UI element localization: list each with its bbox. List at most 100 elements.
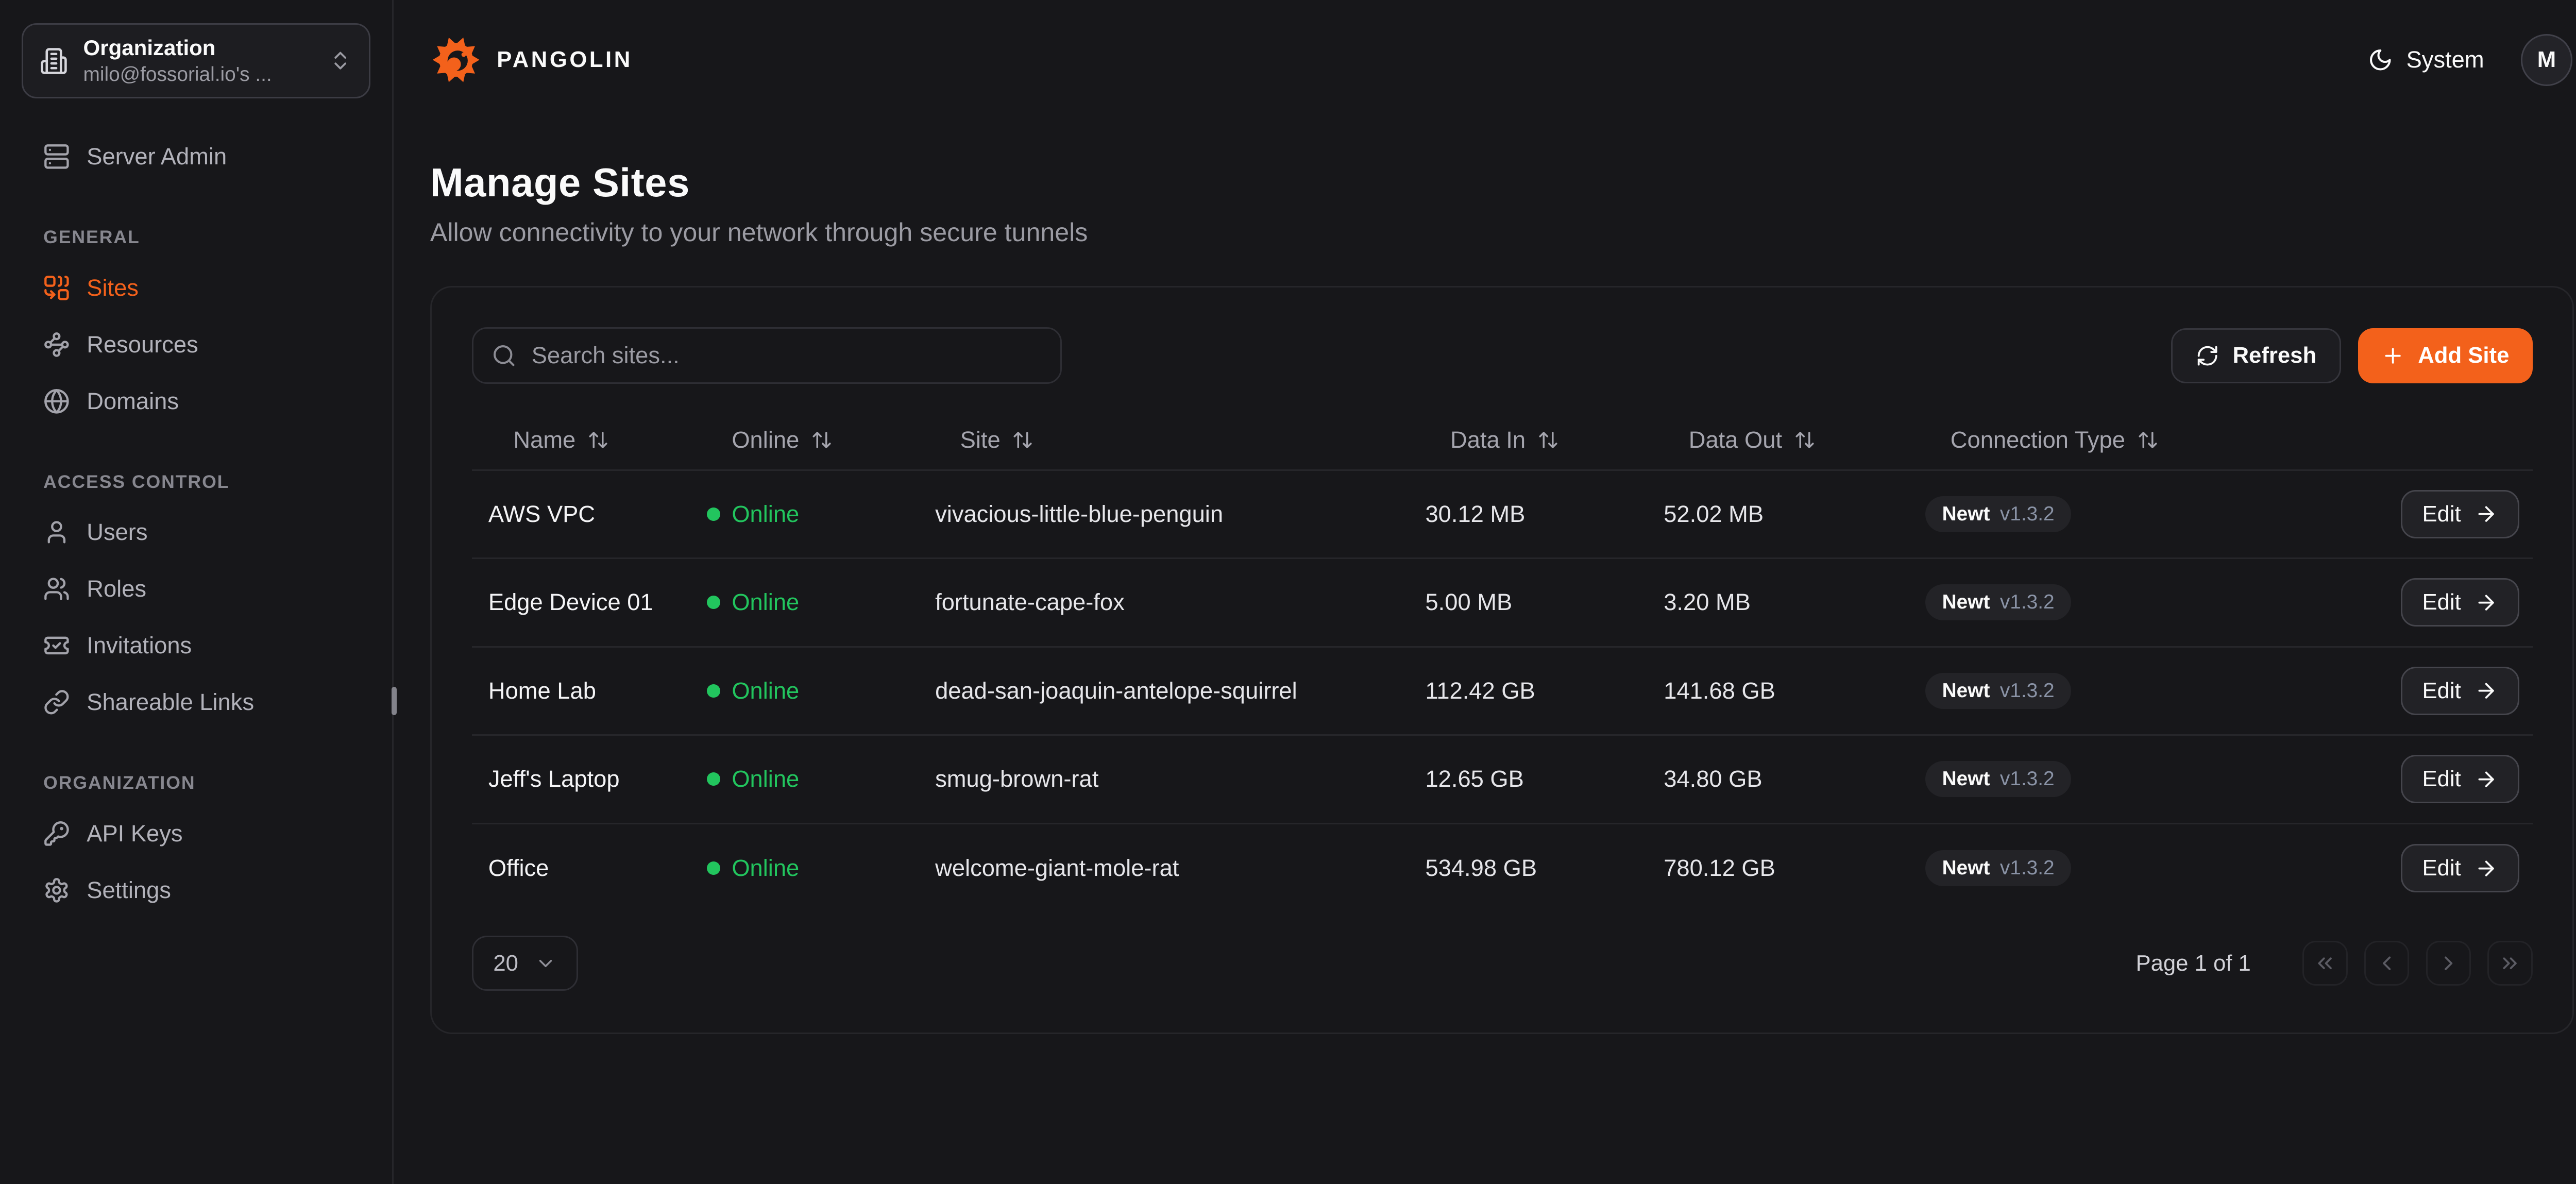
table-row: Jeff's Laptop Online smug-brown-rat 12.6… bbox=[472, 736, 2533, 824]
building-icon bbox=[40, 47, 68, 75]
column-header-online[interactable]: Online bbox=[707, 427, 935, 453]
sidebar-item-invitations[interactable]: Invitations bbox=[22, 617, 370, 674]
data-in: 30.12 MB bbox=[1425, 501, 1664, 528]
content: Manage Sites Allow connectivity to your … bbox=[394, 120, 2576, 1034]
brand: PANGOLIN bbox=[430, 34, 633, 86]
arrow-right-icon bbox=[2475, 857, 2498, 880]
sidebar-section-general: GENERAL bbox=[22, 227, 370, 248]
connection-type-cell: Newt v1.3.2 bbox=[1925, 584, 2345, 620]
site-id: fortunate-cape-fox bbox=[935, 589, 1425, 616]
avatar[interactable]: M bbox=[2521, 34, 2572, 86]
edit-button[interactable]: Edit bbox=[2401, 490, 2519, 538]
sidebar-nav: Server Admin GENERAL Sites Resources Dom… bbox=[22, 128, 370, 919]
row-menu-button[interactable] bbox=[2366, 511, 2372, 517]
first-page-button[interactable] bbox=[2302, 941, 2347, 986]
server-icon bbox=[43, 143, 70, 170]
combine-icon bbox=[43, 275, 70, 301]
connection-type-badge: Newt v1.3.2 bbox=[1925, 850, 2071, 886]
online-dot-icon bbox=[707, 772, 720, 786]
site-id: vivacious-little-blue-penguin bbox=[935, 501, 1425, 528]
org-switcher[interactable]: Organization milo@fossorial.io's ... bbox=[22, 23, 370, 98]
column-header-connection-type[interactable]: Connection Type bbox=[1925, 427, 2345, 453]
data-out: 780.12 GB bbox=[1664, 855, 1925, 882]
site-id: welcome-giant-mole-rat bbox=[935, 855, 1425, 882]
row-menu-button[interactable] bbox=[2366, 687, 2372, 694]
sidebar-item-shareable-links[interactable]: Shareable Links bbox=[22, 674, 370, 731]
sidebar-item-users[interactable]: Users bbox=[22, 504, 370, 561]
edit-button[interactable]: Edit bbox=[2401, 578, 2519, 627]
pangolin-logo-icon bbox=[430, 34, 482, 86]
arrow-right-icon bbox=[2475, 768, 2498, 791]
org-switcher-label: Organization bbox=[83, 34, 314, 62]
column-header-data-in[interactable]: Data In bbox=[1425, 427, 1664, 453]
sort-icon bbox=[587, 429, 609, 451]
page-title: Manage Sites bbox=[430, 160, 2574, 206]
table-row: Edge Device 01 Online fortunate-cape-fox… bbox=[472, 559, 2533, 648]
sidebar-item-settings[interactable]: Settings bbox=[22, 862, 370, 919]
column-header-data-out[interactable]: Data Out bbox=[1664, 427, 1925, 453]
column-header-site[interactable]: Site bbox=[935, 427, 1425, 453]
sites-table: Name Online Site Data In bbox=[472, 411, 2533, 912]
table-row: AWS VPC Online vivacious-little-blue-pen… bbox=[472, 471, 2533, 560]
sidebar-item-server-admin[interactable]: Server Admin bbox=[22, 128, 370, 185]
sort-icon bbox=[2137, 429, 2159, 451]
topbar: PANGOLIN System M bbox=[394, 0, 2576, 120]
site-status: Online bbox=[707, 501, 935, 528]
connection-type-cell: Newt v1.3.2 bbox=[1925, 496, 2345, 532]
sidebar-item-roles[interactable]: Roles bbox=[22, 561, 370, 617]
prev-page-button[interactable] bbox=[2364, 941, 2409, 986]
plus-icon bbox=[2381, 344, 2404, 367]
data-in: 5.00 MB bbox=[1425, 589, 1664, 616]
online-dot-icon bbox=[707, 861, 720, 875]
sort-icon bbox=[1794, 429, 1816, 451]
pagination: 20 Page 1 of 1 bbox=[472, 936, 2533, 991]
search-input[interactable] bbox=[532, 342, 1042, 369]
site-status: Online bbox=[707, 855, 935, 882]
data-in: 12.65 GB bbox=[1425, 766, 1664, 792]
sidebar-resize-handle[interactable] bbox=[392, 687, 397, 715]
site-id: smug-brown-rat bbox=[935, 766, 1425, 792]
site-status: Online bbox=[707, 766, 935, 792]
table-row: Home Lab Online dead-san-joaquin-antelop… bbox=[472, 648, 2533, 736]
org-switcher-value: milo@fossorial.io's ... bbox=[83, 62, 314, 88]
connection-type-badge: Newt v1.3.2 bbox=[1925, 673, 2071, 709]
row-menu-button[interactable] bbox=[2366, 599, 2372, 606]
last-page-button[interactable] bbox=[2487, 941, 2532, 986]
chevrons-left-icon bbox=[2313, 952, 2336, 975]
connection-type-cell: Newt v1.3.2 bbox=[1925, 850, 2345, 886]
gear-icon bbox=[43, 877, 70, 904]
next-page-button[interactable] bbox=[2426, 941, 2471, 986]
site-name: Home Lab bbox=[472, 678, 707, 704]
row-menu-button[interactable] bbox=[2366, 776, 2372, 783]
sidebar-item-domains[interactable]: Domains bbox=[22, 373, 370, 430]
arrow-right-icon bbox=[2475, 591, 2498, 614]
table-body: AWS VPC Online vivacious-little-blue-pen… bbox=[472, 471, 2533, 913]
main: PANGOLIN System M Manage Sites Allow con… bbox=[394, 0, 2576, 1184]
edit-button[interactable]: Edit bbox=[2401, 844, 2519, 892]
edit-button[interactable]: Edit bbox=[2401, 667, 2519, 715]
chevron-down-icon bbox=[535, 953, 556, 974]
page-subtitle: Allow connectivity to your network throu… bbox=[430, 217, 2574, 247]
sidebar-item-api-keys[interactable]: API Keys bbox=[22, 805, 370, 862]
sidebar-item-sites[interactable]: Sites bbox=[22, 260, 370, 316]
sites-card: Refresh Add Site Name Online bbox=[430, 286, 2574, 1034]
site-name: Edge Device 01 bbox=[472, 589, 707, 616]
sidebar: Organization milo@fossorial.io's ... Ser… bbox=[0, 0, 394, 1184]
column-header-name[interactable]: Name bbox=[472, 427, 707, 453]
chevron-left-icon bbox=[2375, 952, 2398, 975]
refresh-button[interactable]: Refresh bbox=[2171, 328, 2341, 383]
page-size-select[interactable]: 20 bbox=[472, 936, 579, 991]
chevron-right-icon bbox=[2437, 952, 2460, 975]
edit-button[interactable]: Edit bbox=[2401, 755, 2519, 803]
moon-icon bbox=[2368, 47, 2393, 73]
search-icon bbox=[492, 343, 517, 368]
chevrons-up-down-icon bbox=[329, 49, 352, 72]
sidebar-item-resources[interactable]: Resources bbox=[22, 316, 370, 373]
ticket-check-icon bbox=[43, 632, 70, 659]
add-site-button[interactable]: Add Site bbox=[2358, 328, 2533, 383]
theme-toggle[interactable]: System bbox=[2368, 46, 2484, 73]
user-icon bbox=[43, 519, 70, 546]
online-dot-icon bbox=[707, 508, 720, 521]
row-menu-button[interactable] bbox=[2366, 865, 2372, 872]
data-out: 3.20 MB bbox=[1664, 589, 1925, 616]
